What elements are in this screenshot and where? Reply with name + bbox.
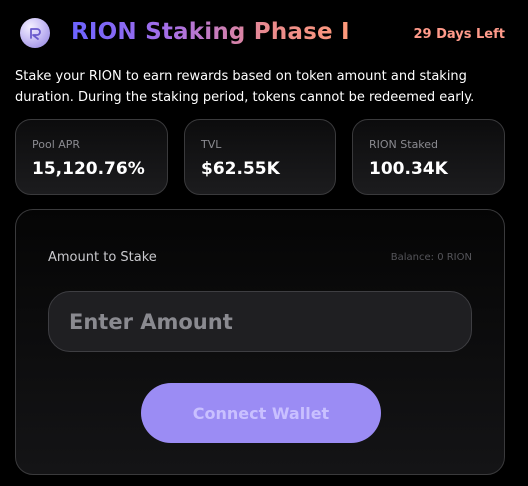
- rion-staked-label: RION Staked: [369, 138, 439, 151]
- page-title: RION Staking Phase I: [71, 19, 350, 45]
- pool-apr-card: Pool APR 15,120.76%: [15, 119, 168, 195]
- amount-input[interactable]: [48, 291, 472, 352]
- tvl-card: TVL $62.55K: [184, 119, 336, 195]
- days-left-badge: 29 Days Left: [413, 27, 506, 42]
- staking-description: Stake your RION to earn rewards based on…: [15, 69, 475, 105]
- pool-apr-label: Pool APR: [32, 138, 81, 151]
- connect-wallet-button[interactable]: Connect Wallet: [141, 383, 381, 443]
- amount-to-stake-label: Amount to Stake: [48, 250, 157, 265]
- rion-staked-card: RION Staked 100.34K: [352, 119, 505, 195]
- tvl-label: TVL: [201, 138, 222, 151]
- tvl-value: $62.55K: [201, 159, 280, 179]
- rion-logo-icon: [20, 18, 50, 48]
- header: RION Staking Phase I 29 Days Left: [0, 0, 528, 68]
- rion-staked-value: 100.34K: [369, 159, 448, 179]
- pool-apr-value: 15,120.76%: [32, 159, 145, 179]
- balance-text: Balance: 0 RION: [390, 252, 472, 263]
- stake-panel: Amount to Stake Balance: 0 RION Connect …: [15, 209, 505, 475]
